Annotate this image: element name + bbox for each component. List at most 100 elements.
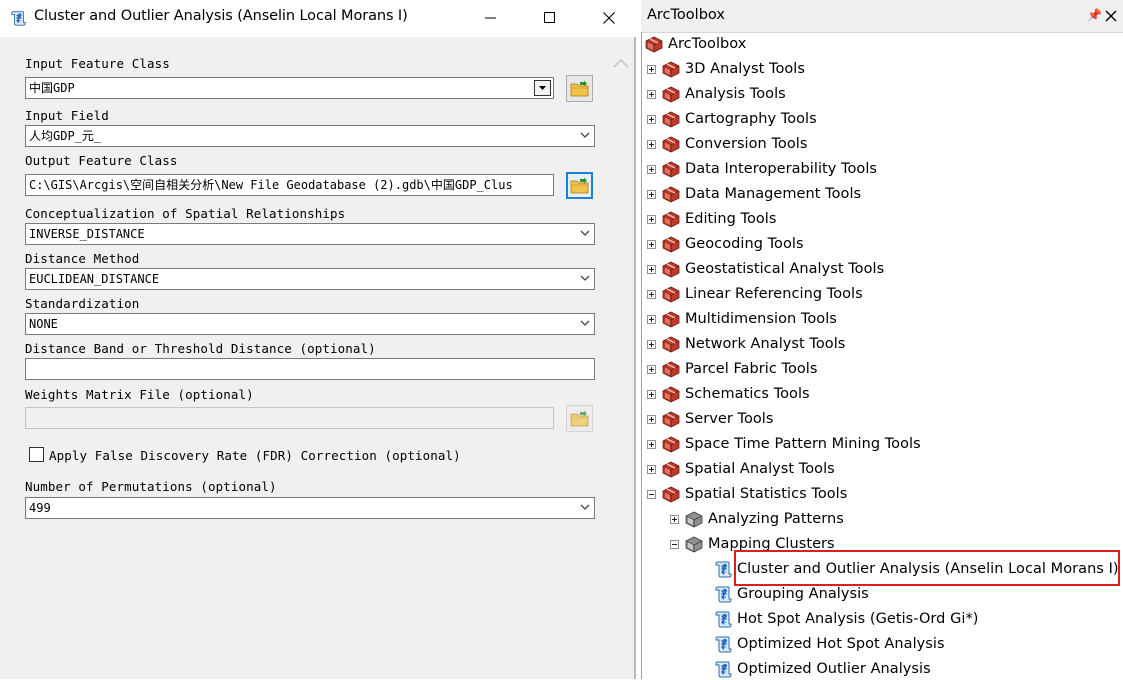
- open-folder-icon: [570, 410, 590, 428]
- toolbox-node[interactable]: Cartography Tools: [647, 108, 817, 130]
- input-feature-class-combo[interactable]: 中国GDP: [25, 77, 554, 99]
- scroll-up-icon[interactable]: [612, 57, 630, 69]
- weights-matrix-label: Weights Matrix File (optional): [25, 387, 254, 402]
- toolbox-node[interactable]: Geostatistical Analyst Tools: [647, 258, 884, 280]
- toolbox-node[interactable]: Multidimension Tools: [647, 308, 837, 330]
- toolbox-node[interactable]: Analysis Tools: [647, 83, 786, 105]
- expand-icon[interactable]: [647, 214, 656, 224]
- minimize-button[interactable]: [468, 0, 514, 36]
- toolbox-node[interactable]: Linear Referencing Tools: [647, 283, 863, 305]
- tree-node-label: Hot Spot Analysis (Getis-Ord Gi*): [737, 611, 979, 627]
- maximize-button[interactable]: [527, 0, 573, 36]
- fdr-checkbox[interactable]: [29, 447, 44, 462]
- fdr-label[interactable]: Apply False Discovery Rate (FDR) Correct…: [49, 448, 461, 463]
- tree-node-label: Cartography Tools: [685, 111, 817, 127]
- conceptualization-select[interactable]: INVERSE_DISTANCE: [25, 223, 595, 245]
- close-icon[interactable]: [1105, 10, 1117, 22]
- distance-band-label: Distance Band or Threshold Distance (opt…: [25, 341, 376, 356]
- close-button[interactable]: [586, 0, 632, 36]
- collapse-icon[interactable]: [647, 489, 656, 499]
- expand-icon[interactable]: [670, 514, 679, 524]
- tree-node-label: Linear Referencing Tools: [685, 286, 863, 302]
- toolset-icon: [684, 510, 704, 528]
- output-feature-class-input[interactable]: C:\GIS\Arcgis\空间自相关分析\New File Geodataba…: [25, 174, 554, 196]
- toolbox-node[interactable]: Editing Tools: [647, 208, 776, 230]
- expand-icon[interactable]: [647, 189, 656, 199]
- tree-node-label: Space Time Pattern Mining Tools: [685, 436, 921, 452]
- expand-icon[interactable]: [647, 464, 656, 474]
- expand-icon[interactable]: [647, 239, 656, 249]
- input-field-select[interactable]: 人均GDP_元_: [25, 125, 595, 147]
- input-field-label: Input Field: [25, 108, 109, 123]
- toolbox-node[interactable]: Network Analyst Tools: [647, 333, 845, 355]
- output-feature-class-label: Output Feature Class: [25, 153, 178, 168]
- weights-matrix-input: [25, 407, 554, 429]
- tool-node[interactable]: Optimized Outlier Analysis: [713, 658, 931, 680]
- toolbox-node[interactable]: Geocoding Tools: [647, 233, 804, 255]
- toolbox-icon: [661, 85, 681, 103]
- dialog-title-bar[interactable]: Cluster and Outlier Analysis (Anselin Lo…: [0, 0, 636, 36]
- permutations-value: 499: [29, 501, 51, 515]
- toolbox-node[interactable]: Parcel Fabric Tools: [647, 358, 818, 380]
- toolbox-node[interactable]: Server Tools: [647, 408, 773, 430]
- expand-icon[interactable]: [647, 289, 656, 299]
- toolbox-node[interactable]: Spatial Analyst Tools: [647, 458, 835, 480]
- dialog-scrollbar[interactable]: [606, 37, 636, 679]
- standardization-value: NONE: [29, 317, 58, 331]
- standardization-select[interactable]: NONE: [25, 313, 595, 335]
- toolbox-node[interactable]: Space Time Pattern Mining Tools: [647, 433, 921, 455]
- output-browse-button[interactable]: [566, 172, 593, 199]
- tool-node[interactable]: Optimized Hot Spot Analysis: [713, 633, 945, 655]
- parameters-panel: Input Feature Class 中国GDP Input Field 人均…: [0, 37, 606, 679]
- conceptualization-value: INVERSE_DISTANCE: [29, 227, 145, 241]
- expand-icon[interactable]: [647, 364, 656, 374]
- expand-icon[interactable]: [647, 114, 656, 124]
- tree-root-arctoolbox[interactable]: ArcToolbox: [644, 33, 746, 55]
- expand-icon[interactable]: [647, 389, 656, 399]
- toolbox-node[interactable]: Data Interoperability Tools: [647, 158, 877, 180]
- expand-icon[interactable]: [647, 339, 656, 349]
- tree-node-label: Spatial Statistics Tools: [685, 486, 848, 502]
- toolbox-node[interactable]: Schematics Tools: [647, 383, 810, 405]
- pin-icon[interactable]: 📌: [1087, 8, 1102, 22]
- tree-node-label: Data Management Tools: [685, 186, 862, 202]
- expand-icon[interactable]: [647, 164, 656, 174]
- distance-method-select[interactable]: EUCLIDEAN_DISTANCE: [25, 268, 595, 290]
- collapse-icon[interactable]: [670, 539, 679, 549]
- tree-node-label: Server Tools: [685, 411, 774, 427]
- toolbox-icon: [661, 485, 681, 503]
- tree-node-label: Grouping Analysis: [737, 586, 869, 602]
- expand-icon[interactable]: [647, 264, 656, 274]
- input-browse-button[interactable]: [566, 75, 593, 102]
- permutations-select[interactable]: 499: [25, 497, 595, 519]
- expand-icon[interactable]: [647, 139, 656, 149]
- tool-node[interactable]: Grouping Analysis: [713, 583, 869, 605]
- conceptualization-label: Conceptualization of Spatial Relationshi…: [25, 206, 346, 221]
- toolbox-icon: [661, 60, 681, 78]
- expand-icon[interactable]: [647, 314, 656, 324]
- tree-node-label: Geocoding Tools: [685, 236, 804, 252]
- tree-node-label: Analyzing Patterns: [708, 511, 844, 527]
- expand-icon[interactable]: [647, 439, 656, 449]
- tool-node[interactable]: Hot Spot Analysis (Getis-Ord Gi*): [713, 608, 978, 630]
- expand-icon[interactable]: [647, 64, 656, 74]
- toolbox-node[interactable]: Data Management Tools: [647, 183, 861, 205]
- open-folder-icon: [570, 177, 590, 195]
- expand-icon[interactable]: [647, 89, 656, 99]
- toolbox-icon: [661, 260, 681, 278]
- close-icon: [603, 12, 615, 24]
- toolbox-node[interactable]: Conversion Tools: [647, 133, 807, 155]
- dropdown-button[interactable]: [534, 80, 551, 96]
- toolbox-node[interactable]: 3D Analyst Tools: [647, 58, 805, 80]
- distance-method-label: Distance Method: [25, 251, 140, 266]
- weights-browse-button: [566, 405, 593, 432]
- distance-band-input[interactable]: [25, 358, 595, 380]
- chevron-down-icon: [580, 320, 590, 327]
- toolset-node[interactable]: Analyzing Patterns: [670, 508, 844, 530]
- expand-icon[interactable]: [647, 414, 656, 424]
- tree-node-label: Data Interoperability Tools: [685, 161, 878, 177]
- toolbox-node[interactable]: Spatial Statistics Tools: [647, 483, 847, 505]
- input-feature-class-label: Input Feature Class: [25, 56, 170, 71]
- script-tool-icon: [713, 659, 733, 679]
- toolbox-icon: [661, 360, 681, 378]
